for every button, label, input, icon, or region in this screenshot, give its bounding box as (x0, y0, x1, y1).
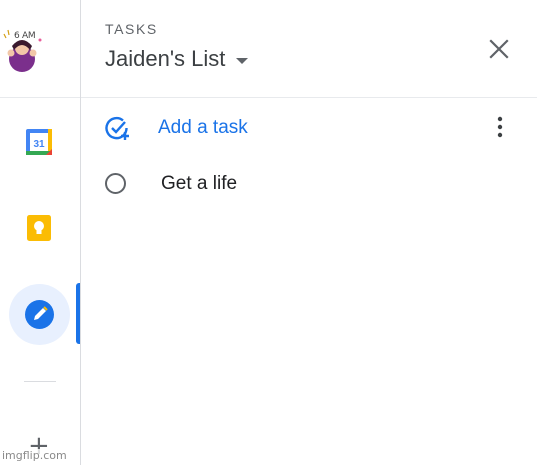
list-item[interactable]: Get a life (81, 164, 537, 204)
section-label: TASKS (105, 21, 158, 37)
add-task-button[interactable]: Add a task (158, 117, 248, 139)
calendar-day: 31 (33, 139, 45, 150)
avatar-caption: 6 AM (14, 31, 36, 41)
watermark: imgflip.com (2, 449, 67, 462)
calendar-icon[interactable]: 31 (24, 127, 54, 157)
close-icon[interactable] (487, 37, 511, 61)
tasks-icon (25, 300, 54, 329)
tasks-app-button[interactable] (9, 284, 70, 345)
list-name: Jaiden's List (105, 46, 226, 71)
caret-down-icon (236, 57, 249, 64)
side-app-rail: 6 AM 31 + imgflip.com (0, 0, 81, 465)
add-task-row[interactable]: Add a task (81, 108, 537, 148)
add-task-icon (105, 116, 129, 140)
more-vert-icon[interactable] (491, 115, 509, 139)
task-complete-checkbox[interactable] (105, 173, 126, 194)
rail-header: 6 AM (0, 0, 80, 98)
tasks-panel-header: TASKS Jaiden's List (81, 0, 537, 98)
lightbulb-icon[interactable] (24, 213, 54, 243)
rail-divider (24, 381, 56, 382)
task-title[interactable]: Get a life (161, 173, 237, 195)
active-app-indicator (76, 283, 80, 344)
list-selector[interactable]: Jaiden's List (105, 45, 249, 73)
